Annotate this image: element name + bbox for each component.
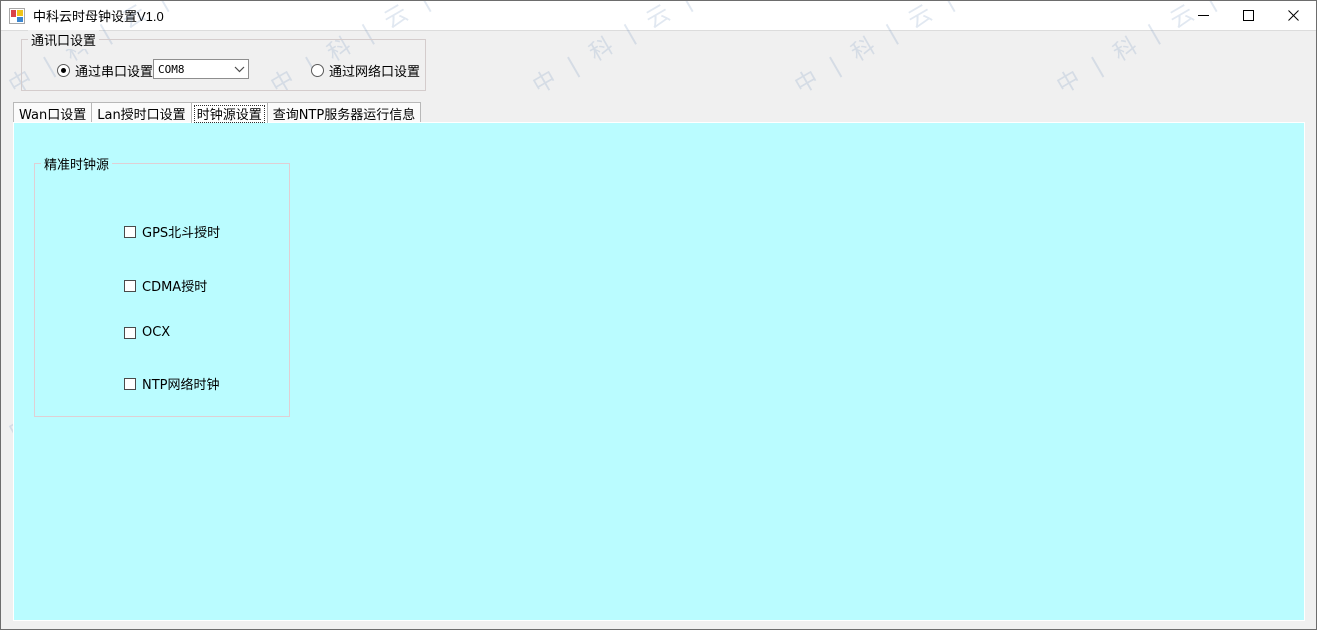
tab-clock-source-settings[interactable]: 时钟源设置 [190, 102, 268, 123]
checkbox-gps-beidou[interactable]: GPS北斗授时 [124, 222, 220, 241]
tab-strip: Wan口设置 Lan授时口设置 时钟源设置 查询NTP服务器运行信息 [13, 101, 422, 123]
clock-source-legend: 精准时钟源 [41, 154, 113, 173]
checkbox-gps-beidou-label: GPS北斗授时 [142, 226, 221, 241]
checkbox-ntp-network-clock-label: NTP网络时钟 [142, 378, 220, 393]
radio-unselected-icon [311, 64, 324, 77]
tab-clock-source-settings-label: 时钟源设置 [196, 107, 262, 123]
application-window: 中科云时母钟设置V1.0 通讯口设置 通过串口设置 通过网络口设置 COM8 W… [0, 0, 1317, 630]
checkbox-ntp-network-clock[interactable]: NTP网络时钟 [124, 374, 220, 393]
tab-page-clock-source: 精准时钟源 GPS北斗授时 CDMA授时 OCX NTP网络时钟 [13, 122, 1305, 621]
tab-lan-timing-port-settings[interactable]: Lan授时口设置 [91, 102, 192, 123]
tab-ntp-server-status-label: 查询NTP服务器运行信息 [272, 107, 416, 123]
maximize-icon [1243, 10, 1254, 21]
checkbox-cdma[interactable]: CDMA授时 [124, 276, 207, 295]
window-controls [1181, 1, 1316, 31]
close-button[interactable] [1271, 1, 1316, 31]
app-window-icon [9, 7, 25, 24]
checkbox-ocx[interactable]: OCX [124, 325, 170, 340]
minimize-icon [1198, 15, 1209, 16]
checkbox-unchecked-icon [124, 326, 136, 339]
watermark-text: 中 | 科 | 云 | 时 [1311, 305, 1317, 447]
checkbox-ocx-label: OCX [142, 325, 171, 340]
window-title: 中科云时母钟设置V1.0 [33, 9, 164, 24]
minimize-button[interactable] [1181, 1, 1226, 31]
clock-source-groupbox: 精准时钟源 GPS北斗授时 CDMA授时 OCX NTP网络时钟 [34, 154, 290, 417]
title-bar: 中科云时母钟设置V1.0 [1, 1, 1316, 31]
maximize-button[interactable] [1226, 1, 1271, 31]
radio-selected-icon [57, 64, 70, 77]
checkbox-cdma-label: CDMA授时 [142, 280, 208, 295]
tab-wan-settings[interactable]: Wan口设置 [13, 102, 93, 123]
radio-serial-port-label: 通过串口设置 [75, 64, 154, 79]
tab-wan-settings-label: Wan口设置 [19, 107, 87, 123]
com-port-value: COM8 [158, 62, 185, 76]
radio-network-port[interactable]: 通过网络口设置 [311, 61, 420, 80]
chevron-down-icon [231, 66, 248, 73]
com-port-select[interactable]: COM8 [153, 59, 249, 79]
close-icon [1288, 10, 1299, 21]
checkbox-unchecked-icon [124, 377, 136, 390]
tab-control: Wan口设置 Lan授时口设置 时钟源设置 查询NTP服务器运行信息 精准时钟源… [13, 101, 1305, 621]
radio-network-port-label: 通过网络口设置 [329, 64, 421, 79]
tab-lan-timing-port-settings-label: Lan授时口设置 [97, 107, 186, 123]
checkbox-unchecked-icon [124, 279, 136, 292]
communication-port-legend: 通讯口设置 [28, 30, 100, 49]
radio-serial-port[interactable]: 通过串口设置 [57, 61, 153, 80]
tab-ntp-server-status[interactable]: 查询NTP服务器运行信息 [266, 102, 422, 123]
checkbox-unchecked-icon [124, 225, 136, 238]
